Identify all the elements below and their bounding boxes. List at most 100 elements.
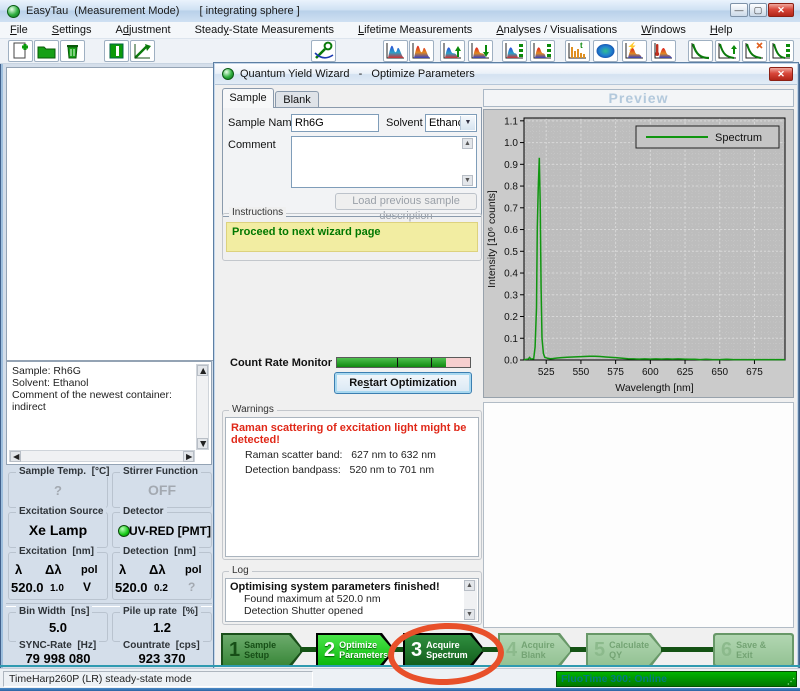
excitation-wavelength-label: Excitation [nm]: [16, 546, 97, 557]
sample-name-input[interactable]: Rh6G: [291, 114, 379, 132]
log-scrollbar[interactable]: ▲▼: [464, 580, 477, 620]
emission-series-button[interactable]: [530, 40, 555, 62]
warnings-group: Warnings Raman scattering of excitation …: [222, 410, 482, 560]
tab-blank[interactable]: Blank: [275, 91, 319, 108]
instructions-group: Instructions Proceed to next wizard page: [222, 213, 482, 261]
status-online-badge: FluoTime 300: Online ⋰: [556, 671, 797, 687]
svg-text:1.0: 1.0: [504, 138, 518, 149]
decay-scan-button[interactable]: [715, 40, 740, 62]
count-rate-monitor-label: Count Rate Monitor: [230, 357, 332, 369]
step-save-exit[interactable]: 6 Save &Exit: [713, 633, 794, 667]
excitation-scan-button[interactable]: [440, 40, 465, 62]
resize-grip-icon[interactable]: ⋰: [787, 677, 795, 686]
maximize-button[interactable]: ▢: [749, 3, 767, 17]
instrument-setup-button[interactable]: [311, 40, 336, 62]
adjustment-button[interactable]: [130, 40, 155, 62]
minimize-button[interactable]: —: [730, 3, 748, 17]
count-rate-bar: [336, 357, 471, 368]
sample-temp-group: Sample Temp. [°C] ?: [8, 472, 108, 508]
detector-label: Detector: [120, 506, 167, 517]
preview-chart-panel: 5255505756006256506750.00.10.20.30.40.50…: [483, 109, 794, 398]
detection-lambda-value: 520.0: [115, 580, 148, 595]
log-label: Log: [229, 565, 252, 576]
open-button[interactable]: [34, 40, 59, 62]
warnings-label: Warnings: [229, 404, 277, 415]
close-button[interactable]: ✕: [768, 3, 794, 17]
svg-text:t: t: [580, 41, 583, 50]
app-window: EasyTau (Measurement Mode) [ integrating…: [0, 0, 800, 691]
menu-file[interactable]: File: [4, 23, 34, 37]
solvent-label: Solvent: [386, 117, 423, 129]
excitation-dlambda-value: 1.0: [50, 583, 64, 594]
save-container-button[interactable]: [104, 40, 129, 62]
comment-textarea[interactable]: ▲▼: [291, 136, 477, 188]
container-list-panel[interactable]: [6, 67, 214, 361]
chevron-down-icon[interactable]: ▼: [460, 116, 475, 130]
vertical-scrollbar[interactable]: ▲▼: [196, 364, 209, 450]
menu-steady-state[interactable]: Steady-State Measurements: [189, 23, 340, 37]
svg-text:575: 575: [607, 367, 624, 378]
sample-info-line: Sample: Rh6G: [12, 365, 206, 377]
step-optimize-parameters[interactable]: 2 OptimizeParameters: [316, 633, 395, 667]
window-title: EasyTau (Measurement Mode): [26, 5, 179, 17]
log-line: Found maximum at 520.0 nm: [230, 593, 474, 605]
temperature-spectrum-button[interactable]: [651, 40, 676, 62]
delta-lambda-header: Δλ: [45, 562, 62, 577]
log-box: Optimising system parameters finished! F…: [225, 578, 479, 622]
new-document-button[interactable]: [8, 40, 33, 62]
delete-button[interactable]: [60, 40, 85, 62]
excitation-pol-value: V: [83, 580, 91, 594]
sample-info-line: Comment of the newest container:: [12, 389, 206, 401]
tab-sample[interactable]: Sample: [222, 88, 274, 108]
bin-width-label: Bin Width [ns]: [16, 606, 92, 617]
emission-scan-button[interactable]: [468, 40, 493, 62]
detector-value: UV-RED [PMT]: [129, 524, 211, 538]
menu-windows[interactable]: Windows: [635, 23, 692, 37]
svg-text:650: 650: [711, 367, 728, 378]
horizontal-scrollbar[interactable]: ◄►: [9, 450, 195, 462]
countrate-label: Countrate [cps]: [120, 640, 203, 651]
svg-text:525: 525: [538, 367, 555, 378]
excitation-source-label: Excitation Source: [16, 506, 106, 517]
menu-lifetime[interactable]: Lifetime Measurements: [352, 23, 478, 37]
svg-text:0.2: 0.2: [504, 312, 518, 323]
countrate-value: 923 370: [113, 651, 211, 666]
excitation-wavelength-group: Excitation [nm] λ Δλ pol 520.0 1.0 V: [8, 552, 108, 600]
dialog-close-button[interactable]: ✕: [769, 67, 793, 81]
menu-help[interactable]: Help: [704, 23, 739, 37]
menubar: File Settings Adjustment Steady-State Me…: [0, 22, 800, 39]
sample-info-box[interactable]: Sample: Rh6G Solvent: Ethanol Comment of…: [6, 361, 212, 465]
log-line: Detection Shutter opened: [230, 605, 474, 617]
titlebar[interactable]: EasyTau (Measurement Mode) [ integrating…: [0, 0, 800, 22]
step-sample-setup[interactable]: 1 SampleSetup: [221, 633, 304, 667]
menu-settings[interactable]: Settings: [46, 23, 98, 37]
decay-series-button[interactable]: [769, 40, 794, 62]
step-acquire-blank[interactable]: 4 AcquireBlank: [498, 633, 573, 667]
excitation-source-group: Excitation Source Xe Lamp: [8, 512, 108, 548]
preview-chart: 5255505756006256506750.00.10.20.30.40.50…: [484, 110, 793, 397]
load-previous-sample-button[interactable]: Load previous sample description: [335, 193, 477, 210]
excitation-spectrum-button[interactable]: [383, 40, 408, 62]
solvent-select[interactable]: Ethanol ▼: [425, 114, 477, 132]
svg-text:550: 550: [573, 367, 590, 378]
emission-spectrum-button[interactable]: [409, 40, 434, 62]
sync-rate-value: 79 998 080: [9, 651, 107, 666]
tres-map-button[interactable]: [593, 40, 618, 62]
step-calculate-qy[interactable]: 5 CalculateQY: [586, 633, 664, 667]
dialog-icon: [222, 68, 234, 80]
svg-text:0.3: 0.3: [504, 290, 518, 301]
menu-adjustment[interactable]: Adjustment: [110, 23, 177, 37]
decay-button[interactable]: [688, 40, 713, 62]
pileup-label: Pile up rate [%]: [120, 606, 201, 617]
restart-optimization-button[interactable]: Restart Optimization: [334, 372, 472, 394]
excitation-series-button[interactable]: [502, 40, 527, 62]
decay-fit-button[interactable]: [742, 40, 767, 62]
menu-analyses[interactable]: Analyses / Visualisations: [490, 23, 623, 37]
delta-lambda-header: Δλ: [149, 562, 166, 577]
log-group: Log Optimising system parameters finishe…: [222, 571, 482, 625]
dialog-titlebar[interactable]: Quantum Yield Wizard - Optimize Paramete…: [215, 64, 797, 85]
bin-width-value: 5.0: [9, 620, 107, 635]
tcspc-trace-button[interactable]: t: [565, 40, 590, 62]
anisotropy-spectrum-button[interactable]: ⚡: [622, 40, 647, 62]
warnings-box: Raman scattering of excitation light mig…: [225, 417, 479, 557]
